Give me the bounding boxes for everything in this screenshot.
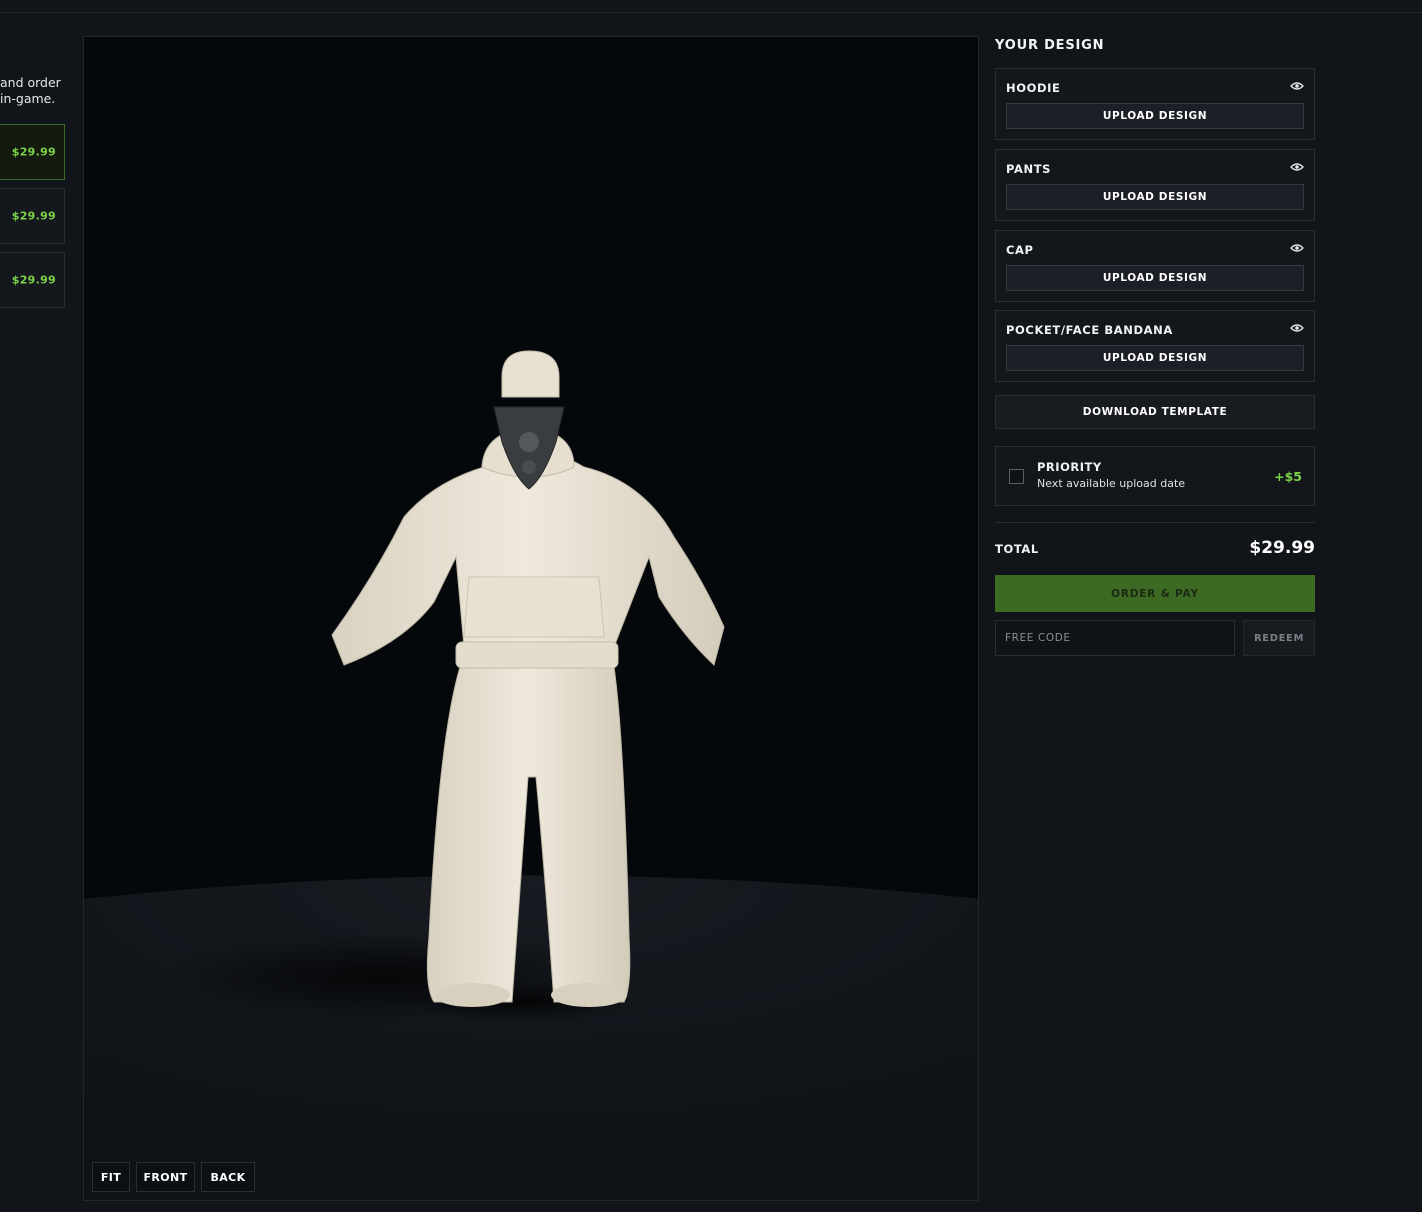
upload-design-button[interactable]: UPLOAD DESIGN: [1006, 184, 1304, 210]
slot-label: HOODIE: [1006, 81, 1061, 95]
priority-subtitle: Next available upload date: [1037, 477, 1186, 490]
product-card-1[interactable]: $29.99: [0, 124, 65, 180]
priority-checkbox[interactable]: [1009, 469, 1024, 484]
description-line: in-game.: [0, 91, 56, 106]
free-code-input[interactable]: [995, 620, 1235, 656]
product-card-2[interactable]: $29.99: [0, 188, 65, 244]
product-description: and order in-game.: [0, 75, 61, 107]
front-view-button[interactable]: FRONT: [136, 1162, 195, 1192]
viewer-scene: [84, 350, 978, 1200]
product-price: $29.99: [11, 209, 56, 223]
slot-cap: CAP UPLOAD DESIGN: [995, 230, 1315, 302]
product-card-3[interactable]: $29.99: [0, 252, 65, 308]
panel-title: YOUR DESIGN: [995, 38, 1105, 53]
description-line: and order: [0, 75, 61, 90]
product-price: $29.99: [11, 273, 56, 287]
priority-price: +$5: [1274, 469, 1302, 484]
product-price: $29.99: [11, 145, 56, 159]
eye-icon[interactable]: [1290, 323, 1304, 333]
priority-option[interactable]: PRIORITY Next available upload date +$5: [995, 446, 1315, 506]
slot-label: CAP: [1006, 243, 1034, 257]
slot-label: POCKET/FACE BANDANA: [1006, 323, 1173, 337]
eye-icon[interactable]: [1290, 81, 1304, 91]
upload-design-button[interactable]: UPLOAD DESIGN: [1006, 265, 1304, 291]
total-label: TOTAL: [995, 542, 1039, 556]
total-value: $29.99: [1249, 538, 1315, 558]
order-pay-button[interactable]: ORDER & PAY: [995, 575, 1315, 612]
slot-bandana: POCKET/FACE BANDANA UPLOAD DESIGN: [995, 310, 1315, 382]
download-template-button[interactable]: DOWNLOAD TEMPLATE: [995, 395, 1315, 429]
slot-label: PANTS: [1006, 162, 1052, 176]
top-bar: [0, 0, 1422, 13]
eye-icon[interactable]: [1290, 243, 1304, 253]
fit-view-button[interactable]: FIT: [92, 1162, 130, 1192]
divider: [995, 522, 1315, 523]
viewer-floor: [84, 875, 978, 1200]
back-view-button[interactable]: BACK: [201, 1162, 255, 1192]
model-viewer[interactable]: FIT FRONT BACK: [83, 36, 979, 1201]
priority-title: PRIORITY: [1037, 460, 1102, 474]
upload-design-button[interactable]: UPLOAD DESIGN: [1006, 103, 1304, 129]
slot-hoodie: HOODIE UPLOAD DESIGN: [995, 68, 1315, 140]
redeem-button[interactable]: REDEEM: [1243, 620, 1315, 656]
upload-design-button[interactable]: UPLOAD DESIGN: [1006, 345, 1304, 371]
eye-icon[interactable]: [1290, 162, 1304, 172]
slot-pants: PANTS UPLOAD DESIGN: [995, 149, 1315, 221]
